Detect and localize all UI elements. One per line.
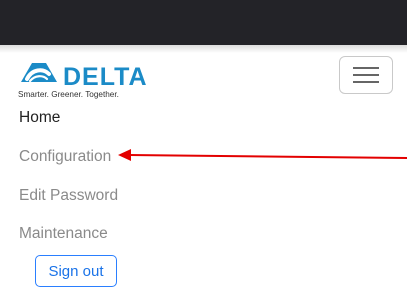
nav-link-configuration[interactable]: Configuration xyxy=(19,148,111,166)
header-shadow xyxy=(0,45,407,53)
logo-wordmark: DELTA xyxy=(63,63,148,91)
nav-link-edit-password[interactable]: Edit Password xyxy=(19,187,118,205)
sign-out-button[interactable]: Sign out xyxy=(35,255,117,287)
annotation-arrow xyxy=(118,149,407,161)
logo-tagline: Smarter. Greener. Together. xyxy=(18,90,119,99)
menu-toggle-button[interactable] xyxy=(339,56,393,94)
delta-logo[interactable]: DELTA Smarter. Greener. Together. xyxy=(18,62,153,104)
nav-link-home[interactable]: Home xyxy=(19,109,60,127)
status-bar xyxy=(0,0,407,45)
nav-link-maintenance[interactable]: Maintenance xyxy=(19,225,108,243)
